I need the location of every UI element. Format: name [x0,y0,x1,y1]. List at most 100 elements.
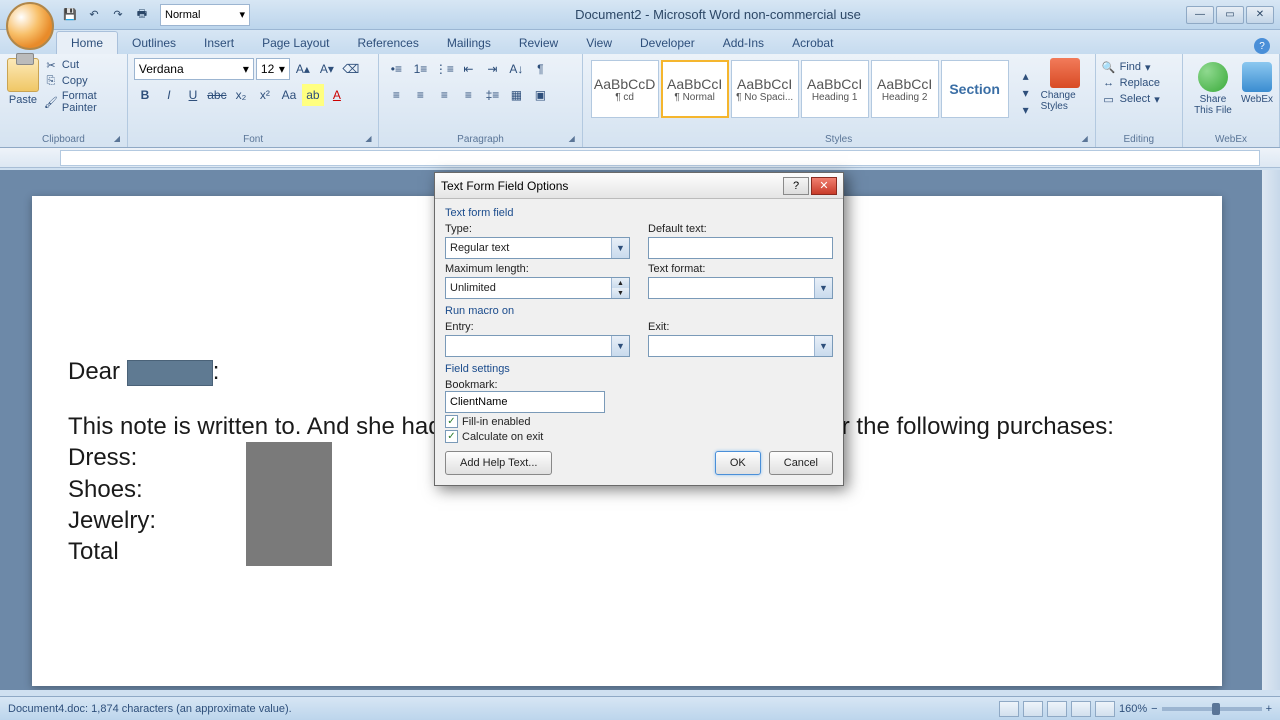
webex-button[interactable]: WebEx [1241,58,1273,105]
fillin-checkbox[interactable]: ✓Fill-in enabled [445,415,833,428]
tab-pagelayout[interactable]: Page Layout [248,32,343,54]
shading-icon[interactable]: ▦ [505,84,527,106]
bookmark-input[interactable] [445,391,605,413]
qat-save-icon[interactable]: 💾 [60,5,80,25]
qat-print-icon[interactable]: 🖶 [132,5,152,25]
font-color-button[interactable]: A [326,84,348,106]
change-styles-button[interactable]: Change Styles [1041,58,1089,112]
highlight-button[interactable]: ab [302,84,324,106]
subscript-button[interactable]: x₂ [230,84,252,106]
dialog-help-button[interactable]: ? [783,177,809,195]
show-marks-icon[interactable]: ¶ [529,58,551,80]
sort-icon[interactable]: A↓ [505,58,527,80]
justify-icon[interactable]: ≡ [457,84,479,106]
case-button[interactable]: Aa [278,84,300,106]
tab-outlines[interactable]: Outlines [118,32,190,54]
shrink-font-icon[interactable]: A▾ [316,58,338,80]
bold-button[interactable]: B [134,84,156,106]
view-outline-icon[interactable] [1071,701,1091,717]
type-combo[interactable]: Regular text▼ [445,237,630,259]
format-painter-button[interactable]: 🖌Format Painter [44,90,121,114]
bullets-icon[interactable]: •≡ [385,58,407,80]
add-help-text-button[interactable]: Add Help Text... [445,451,552,475]
view-fullscreen-icon[interactable] [1023,701,1043,717]
zoom-in-button[interactable]: + [1266,703,1272,715]
align-center-icon[interactable]: ≡ [409,84,431,106]
text-format-combo[interactable]: ▼ [648,277,833,299]
clipboard-expand-icon[interactable]: ◢ [114,134,124,144]
dec-indent-icon[interactable]: ⇤ [457,58,479,80]
paste-button[interactable]: Paste [6,58,40,106]
style-tile[interactable]: AaBbCcI¶ No Spaci... [731,60,799,118]
multilevel-icon[interactable]: ⋮≡ [433,58,455,80]
calculate-checkbox[interactable]: ✓Calculate on exit [445,430,833,443]
font-name-combo[interactable]: Verdana▾ [134,58,254,80]
minimize-button[interactable]: — [1186,6,1214,24]
borders-icon[interactable]: ▣ [529,84,551,106]
styles-gallery[interactable]: AaBbCcD¶ cd AaBbCcI¶ Normal AaBbCcI¶ No … [589,58,1011,120]
tab-review[interactable]: Review [505,32,572,54]
copy-button[interactable]: ⎘Copy [44,74,121,88]
underline-button[interactable]: U [182,84,204,106]
dialog-close-button[interactable]: ✕ [811,177,837,195]
form-field-block[interactable] [246,442,332,566]
qat-redo-icon[interactable]: ↷ [108,5,128,25]
find-button[interactable]: 🔍Find ▾ [1102,60,1176,74]
tab-view[interactable]: View [572,32,626,54]
styles-up-icon[interactable]: ▴ [1015,68,1037,84]
italic-button[interactable]: I [158,84,180,106]
cancel-button[interactable]: Cancel [769,451,833,475]
view-draft-icon[interactable] [1095,701,1115,717]
entry-macro-combo[interactable]: ▼ [445,335,630,357]
style-tile[interactable]: AaBbCcI¶ Normal [661,60,729,118]
zoom-out-button[interactable]: − [1151,703,1157,715]
tab-references[interactable]: References [343,32,432,54]
ok-button[interactable]: OK [715,451,761,475]
view-web-icon[interactable] [1047,701,1067,717]
styles-down-icon[interactable]: ▾ [1015,85,1037,101]
maxlen-spinner[interactable]: Unlimited▲▼ [445,277,630,299]
tab-insert[interactable]: Insert [190,32,248,54]
office-button[interactable] [6,2,54,50]
zoom-slider[interactable] [1162,707,1262,711]
style-tile[interactable]: AaBbCcIHeading 1 [801,60,869,118]
replace-button[interactable]: ↔Replace [1102,76,1176,90]
tab-developer[interactable]: Developer [626,32,709,54]
exit-macro-combo[interactable]: ▼ [648,335,833,357]
maximize-button[interactable]: ▭ [1216,6,1244,24]
view-print-layout-icon[interactable] [999,701,1019,717]
superscript-button[interactable]: x² [254,84,276,106]
clear-fmt-icon[interactable]: ⌫ [340,58,362,80]
style-tile[interactable]: AaBbCcD¶ cd [591,60,659,118]
ruler[interactable] [0,148,1280,168]
font-expand-icon[interactable]: ◢ [365,134,375,144]
vertical-scrollbar[interactable] [1262,170,1280,690]
spinner-down-icon[interactable]: ▼ [611,288,629,298]
style-tile[interactable]: Section [941,60,1009,118]
tab-acrobat[interactable]: Acrobat [778,32,847,54]
form-field-clientname[interactable] [127,360,213,386]
paragraph-expand-icon[interactable]: ◢ [569,134,579,144]
grow-font-icon[interactable]: A▴ [292,58,314,80]
inc-indent-icon[interactable]: ⇥ [481,58,503,80]
close-button[interactable]: ✕ [1246,6,1274,24]
strike-button[interactable]: abc [206,84,228,106]
spinner-up-icon[interactable]: ▲ [611,278,629,288]
align-right-icon[interactable]: ≡ [433,84,455,106]
font-size-combo[interactable]: 12▾ [256,58,290,80]
tab-addins[interactable]: Add-Ins [709,32,778,54]
styles-expand-icon[interactable]: ◢ [1082,134,1092,144]
default-text-input[interactable] [648,237,833,259]
line-spacing-icon[interactable]: ‡≡ [481,84,503,106]
tab-mailings[interactable]: Mailings [433,32,505,54]
select-button[interactable]: ▭Select ▾ [1102,92,1176,106]
styles-more-icon[interactable]: ▾ [1015,102,1037,118]
qat-undo-icon[interactable]: ↶ [84,5,104,25]
tab-home[interactable]: Home [56,31,118,54]
align-left-icon[interactable]: ≡ [385,84,407,106]
numbering-icon[interactable]: 1≡ [409,58,431,80]
share-file-button[interactable]: Share This File [1189,58,1237,116]
cut-button[interactable]: ✂Cut [44,58,121,72]
help-icon[interactable]: ? [1254,38,1270,54]
style-tile[interactable]: AaBbCcIHeading 2 [871,60,939,118]
